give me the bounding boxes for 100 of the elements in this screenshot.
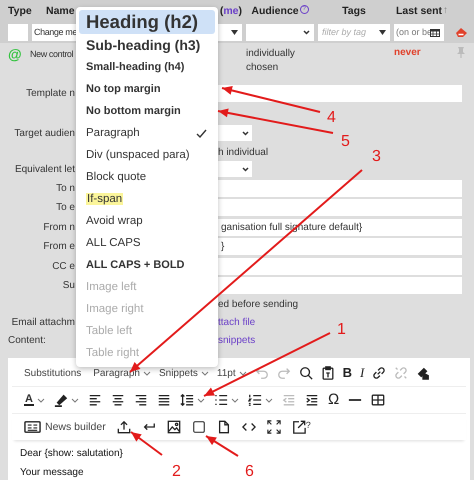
content-label: Content: xyxy=(7,335,47,346)
callout-number: 1 xyxy=(337,321,346,338)
fullscreen-icon[interactable] xyxy=(266,420,281,434)
field-label: Su xyxy=(62,280,75,291)
text-field[interactable] xyxy=(218,180,462,196)
annotation-arrow xyxy=(205,435,239,457)
callout-number: 2 xyxy=(172,463,181,480)
chevron-icon[interactable] xyxy=(264,398,273,402)
column-header: (me) xyxy=(220,4,242,16)
text-field[interactable]: } xyxy=(218,238,462,255)
callout-number: 6 xyxy=(245,463,254,480)
popout-icon xyxy=(292,420,306,434)
popout-help-button[interactable]: ? xyxy=(292,420,311,434)
text-field[interactable] xyxy=(218,199,462,216)
field-label: Target audien xyxy=(14,128,75,139)
field-label: To n xyxy=(56,182,75,194)
upload-icon[interactable] xyxy=(116,420,131,434)
chevron-icon xyxy=(200,370,209,376)
menu-item[interactable]: Div (unspaced para) xyxy=(79,144,215,166)
audience-value: individually chosen xyxy=(246,47,296,75)
menu-item[interactable]: No top margin xyxy=(79,78,215,100)
special-character-button[interactable]: Ω xyxy=(328,393,340,407)
indent-icon[interactable] xyxy=(304,393,319,407)
menu-item[interactable]: No bottom margin xyxy=(79,100,215,122)
field-label: Template n xyxy=(26,88,75,99)
menu-item[interactable]: Avoid wrap xyxy=(79,210,215,232)
text-field[interactable] xyxy=(218,258,462,274)
code-icon[interactable] xyxy=(242,420,256,434)
column-header[interactable]: Audience xyxy=(251,4,299,16)
chevron-icon xyxy=(142,370,151,376)
menu-item[interactable]: Small-heading (h4) xyxy=(79,56,215,78)
bold-button[interactable]: B xyxy=(342,366,352,380)
message-text[interactable]: Your message xyxy=(20,467,84,478)
callout-number: 4 xyxy=(327,109,336,126)
callout-number: 3 xyxy=(372,148,381,165)
menu-item[interactable]: ALL CAPS + BOLD xyxy=(79,254,215,276)
menu-item[interactable]: ALL CAPS xyxy=(79,232,215,254)
align-right-icon[interactable] xyxy=(134,393,148,407)
format-painter-icon[interactable] xyxy=(416,366,430,380)
message-text[interactable]: Dear {show: salutation} xyxy=(20,448,123,459)
table-icon[interactable] xyxy=(371,393,386,407)
field-label: Email attachm xyxy=(12,317,75,328)
bulleted-list-icon[interactable] xyxy=(214,393,228,407)
callout-number: 5 xyxy=(341,133,350,150)
last-sent-value: never xyxy=(394,47,422,58)
text-field[interactable] xyxy=(218,85,462,102)
template-name[interactable]: New control xyxy=(30,47,74,59)
toolbar-dropdown[interactable]: Paragraph xyxy=(93,368,151,378)
line-height-icon[interactable] xyxy=(180,393,194,407)
clipboard-icon[interactable] xyxy=(320,366,335,380)
column-header[interactable]: Name xyxy=(32,4,75,16)
text-field[interactable] xyxy=(218,277,462,294)
chevron-icon xyxy=(303,30,310,34)
newspaper-icon xyxy=(24,420,41,434)
annotation-arrow xyxy=(130,431,163,456)
document-icon[interactable] xyxy=(216,420,231,434)
search-icon[interactable] xyxy=(298,366,313,380)
field-label: From n xyxy=(43,222,75,232)
menu-item[interactable]: If-span xyxy=(79,188,215,210)
at-sign-icon: @ xyxy=(8,47,28,61)
menu-item[interactable]: Heading (h2) xyxy=(79,10,215,34)
option-text: ed before sending xyxy=(218,299,300,310)
calendar-icon[interactable] xyxy=(430,28,440,36)
toolbar-dropdown[interactable]: 11pt xyxy=(216,368,247,378)
field-label: To e xyxy=(56,202,75,213)
menu-item[interactable]: Sub-heading (h3) xyxy=(79,34,215,56)
chevron-icon xyxy=(242,166,249,172)
option-text: h individual xyxy=(218,147,268,158)
column-header[interactable]: Last sent xyxy=(396,4,442,16)
caret-icon xyxy=(231,30,238,34)
select-field[interactable] xyxy=(218,125,252,141)
numbered-list-icon[interactable] xyxy=(248,393,262,407)
toolbar-dropdown[interactable]: Snippets xyxy=(158,368,209,378)
news-builder-button[interactable]: News builder xyxy=(24,420,106,434)
chevron-icon[interactable] xyxy=(70,398,79,402)
square-icon[interactable] xyxy=(192,420,206,434)
select-field[interactable] xyxy=(218,161,252,177)
field-label: Equivalent let xyxy=(14,164,75,174)
column-header[interactable]: Tags xyxy=(342,4,366,16)
align-center-icon[interactable] xyxy=(110,393,125,407)
chevron-icon xyxy=(238,370,247,376)
link-icon[interactable] xyxy=(372,366,386,380)
chevron-icon[interactable] xyxy=(196,398,205,402)
chevron-icon[interactable] xyxy=(36,398,45,402)
caret-icon xyxy=(379,30,386,34)
field-label: CC e xyxy=(52,260,75,272)
italic-button[interactable]: I xyxy=(360,366,364,380)
menu-item[interactable]: Paragraph xyxy=(79,122,215,144)
chevron-icon[interactable] xyxy=(230,398,239,402)
image-icon[interactable] xyxy=(166,420,181,434)
chevron-icon xyxy=(242,130,249,136)
field-label: From e xyxy=(43,241,75,252)
text-color-button[interactable]: A xyxy=(24,394,34,406)
snippets-link[interactable]: snippets xyxy=(218,335,462,346)
eraser-icon[interactable] xyxy=(454,26,468,38)
menu-item[interactable]: Block quote xyxy=(79,166,215,188)
highlighter-icon[interactable] xyxy=(54,393,68,407)
align-left-icon[interactable] xyxy=(88,393,102,407)
justify-icon[interactable] xyxy=(156,393,171,407)
toolbar-dropdown[interactable]: Substitutions xyxy=(24,368,82,378)
